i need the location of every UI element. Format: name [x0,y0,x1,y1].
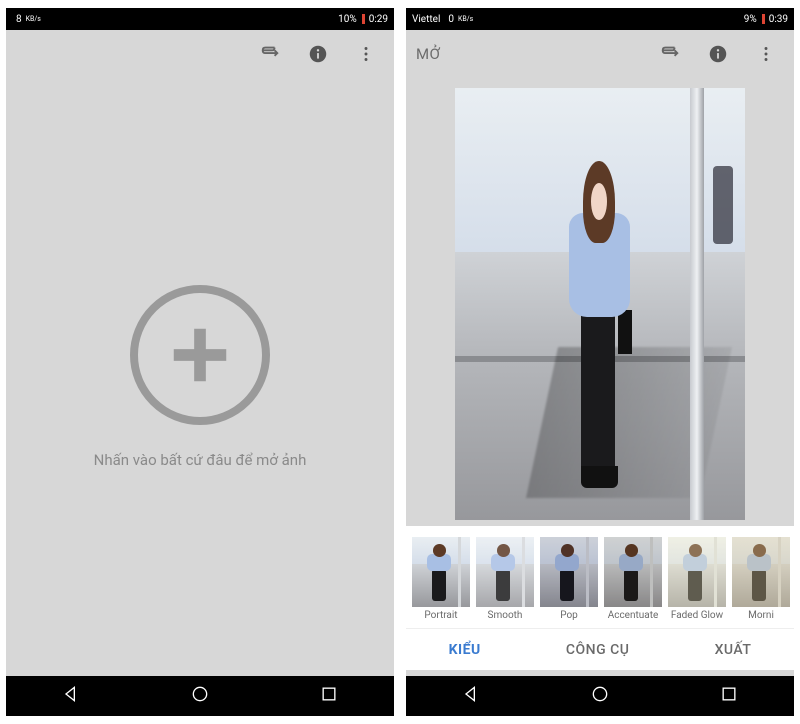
nav-bar [406,676,794,716]
net-unit: KB/s [458,15,473,23]
layers-icon[interactable] [252,36,288,72]
filter-label: Portrait [410,610,472,621]
nav-home-button[interactable] [590,684,610,708]
app-bar: MỞ [406,30,794,78]
filter-smooth[interactable]: Smooth [474,537,536,621]
net-unit: KB/s [26,15,41,23]
status-bar: Viettel 0 KB/s 9% 0:39 [406,8,794,30]
battery-text: 9% [744,14,757,25]
nav-recent-button[interactable] [719,684,739,708]
filter-label: Faded Glow [666,610,728,621]
tab-style[interactable]: KIỂU [449,642,481,658]
plus-circle-icon [130,285,270,425]
nav-back-button[interactable] [461,684,481,708]
filter-accentuate[interactable]: Accentuate [602,537,664,621]
net-speed: 0 [448,14,454,25]
filter-label: Smooth [474,610,536,621]
filter-morning[interactable]: Morni [730,537,792,621]
filter-faded-glow[interactable]: Faded Glow [666,537,728,621]
nav-bar [6,676,394,716]
more-icon[interactable] [748,36,784,72]
phone-right: Viettel 0 KB/s 9% 0:39 MỞ [406,8,794,716]
main-photo [455,88,745,520]
layers-icon[interactable] [652,36,688,72]
empty-open-area[interactable]: Nhấn vào bất cứ đâu để mở ảnh [6,78,394,676]
clock: 0:29 [369,14,388,25]
phone-left: 8 KB/s 10% 0:29 [6,8,394,716]
filter-label: Morni [730,610,792,621]
battery-icon [761,14,765,24]
filter-pop[interactable]: Pop [538,537,600,621]
filter-label: Accentuate [602,610,664,621]
info-icon[interactable] [700,36,736,72]
editor-body: Portrait Smooth Pop Accentuate Faded Glo… [406,78,794,676]
filter-portrait[interactable]: Portrait [410,537,472,621]
filter-label: Pop [538,610,600,621]
battery-text: 10% [338,14,357,25]
bottom-tabs: KIỂU CÔNG CỤ XUẤT [406,628,794,670]
nav-recent-button[interactable] [319,684,339,708]
tab-tools[interactable]: CÔNG CỤ [566,642,630,658]
nav-back-button[interactable] [61,684,81,708]
photo-canvas[interactable] [406,78,794,526]
carrier-label: Viettel [412,14,440,25]
info-icon[interactable] [300,36,336,72]
tab-export[interactable]: XUẤT [715,642,752,658]
status-bar: 8 KB/s 10% 0:29 [6,8,394,30]
more-icon[interactable] [348,36,384,72]
battery-icon [361,14,365,24]
open-button[interactable]: MỞ [416,45,440,63]
app-bar [6,30,394,78]
nav-home-button[interactable] [190,684,210,708]
clock: 0:39 [769,14,788,25]
open-hint-text: Nhấn vào bất cứ đâu để mở ảnh [94,451,307,469]
net-speed: 8 [16,14,22,25]
filter-strip[interactable]: Portrait Smooth Pop Accentuate Faded Glo… [406,526,794,628]
